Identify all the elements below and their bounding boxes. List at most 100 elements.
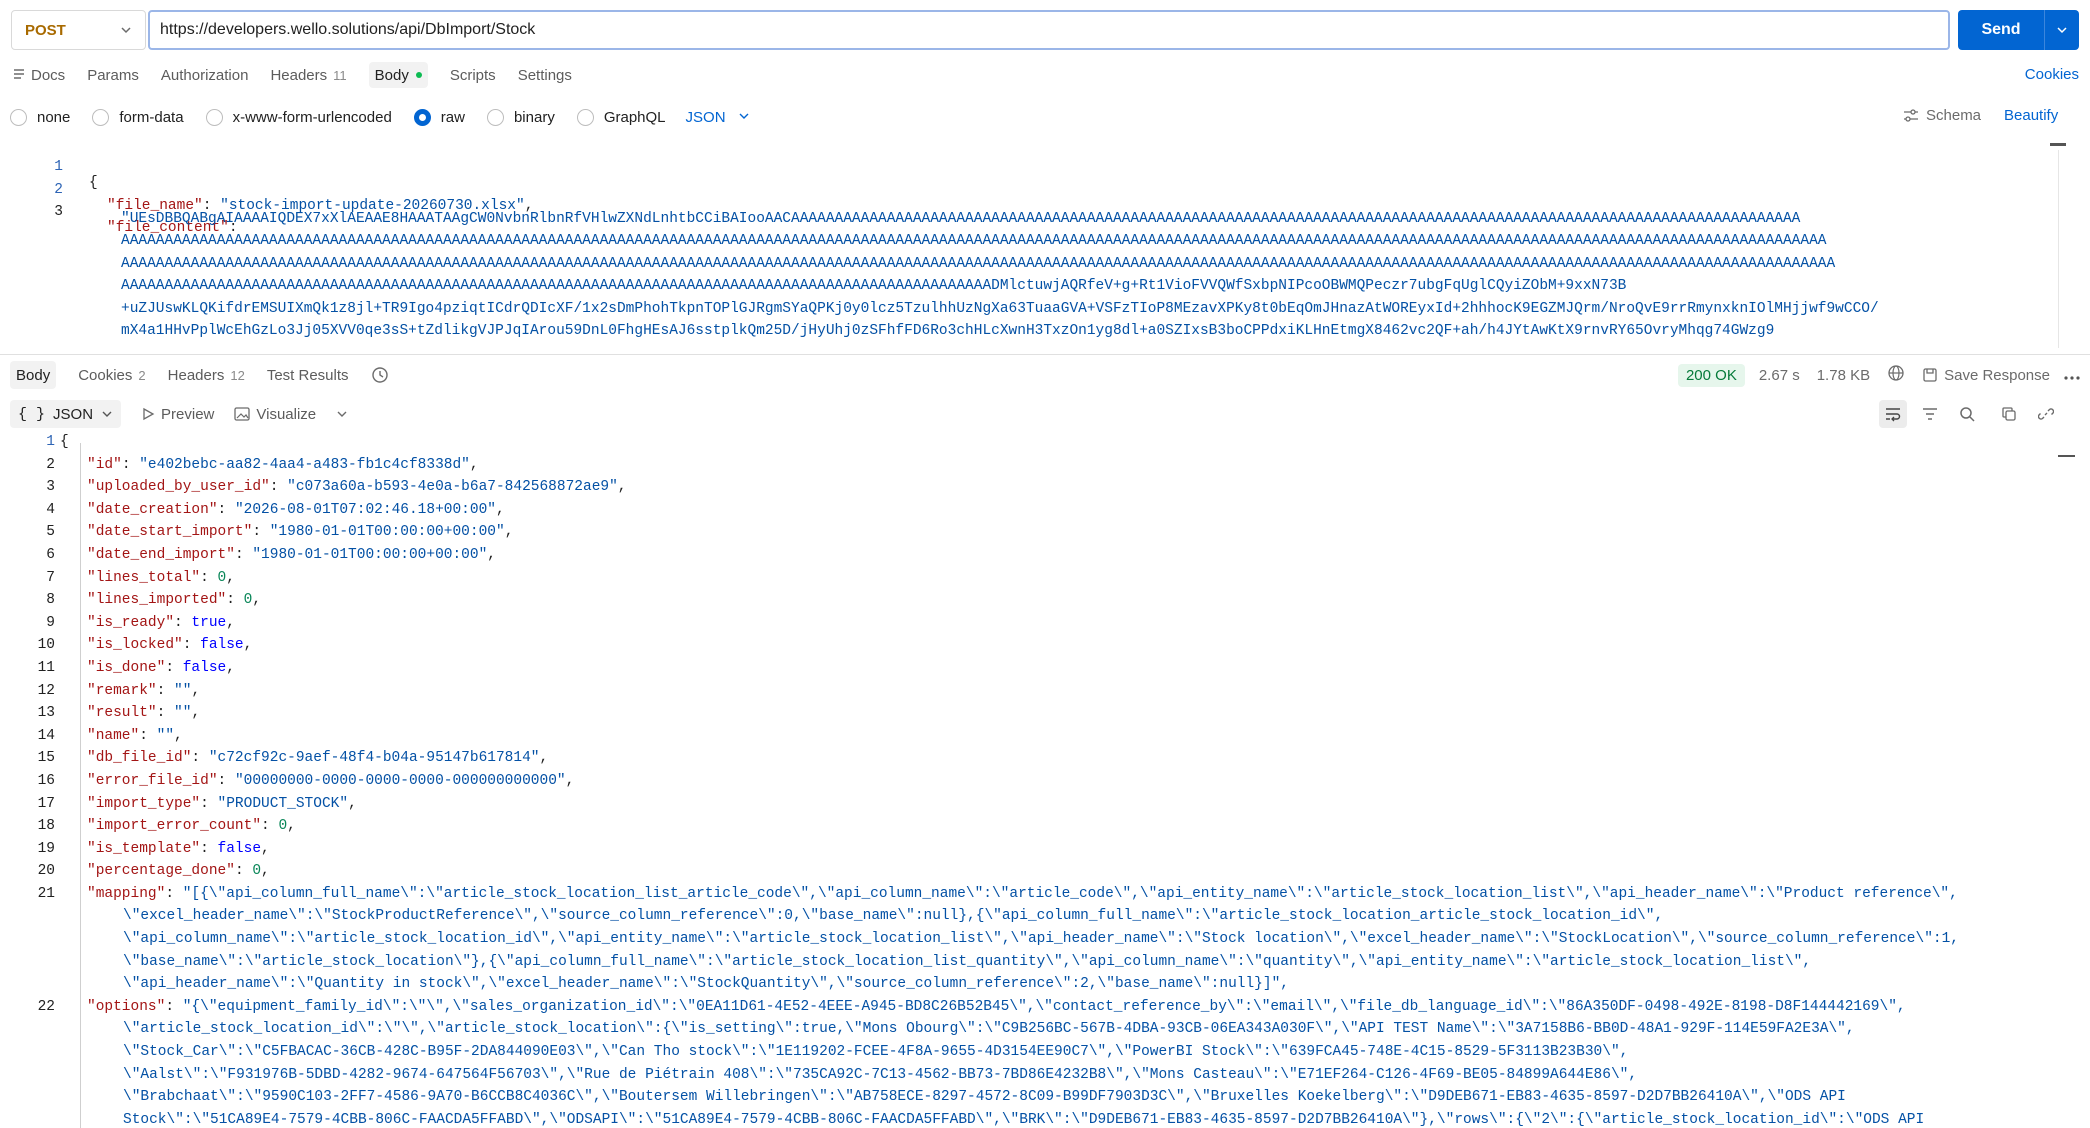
code-content: "mapping": "[{\"api_column_full_name\":\… [87,885,1958,902]
tab-response-headers[interactable]: Headers 12 [168,361,245,389]
url-input[interactable]: https://developers.wello.solutions/api/D… [148,10,1950,50]
code-line: 11 "is_done": false, [10,660,2060,683]
schema-label: Schema [1926,107,1982,124]
json-key: "is_locked" [87,637,183,654]
line-number: 17 [37,795,55,812]
tab-scripts[interactable]: Scripts [450,62,496,88]
code-line: 2 "id": "e402bebc-aa82-4aa4-a483-fb1c4cf8… [10,457,2060,480]
code-content: "import_type": "PRODUCT_STOCK", [87,795,357,812]
copy-icon[interactable] [1995,400,2023,428]
code-content: "date_creation": "2026-08-01T07:02:46.18… [87,501,505,518]
preview-button[interactable]: Preview [141,406,214,423]
tab-body[interactable]: Body [368,62,428,88]
file-content-text: "UEsDBBQABgAIAAAAIQDEX7xXlAEAAE8HAAATAAg… [121,210,1801,227]
body-language-select[interactable]: JSON [686,109,750,126]
radio-urlencoded[interactable]: x-www-form-urlencoded [205,108,392,126]
body-type-selector: none form-data x-www-form-urlencoded raw… [10,106,750,128]
visualize-dropdown[interactable] [336,408,354,420]
json-value: "[{\"api_column_full_name\":\"article_st… [182,885,1958,902]
pane-divider[interactable] [0,354,2090,355]
visualize-label: Visualize [256,405,317,423]
json-value: true [191,614,227,631]
line-number: 20 [37,863,55,880]
json-value-continuation: \"base_name\":\"article_stock_location\"… [123,953,1812,970]
headers-count: 12 [230,367,245,383]
radio-raw[interactable]: raw [413,108,465,126]
radio-graphql[interactable]: GraphQL [576,108,666,126]
wrap-lines-icon[interactable] [1879,400,1907,428]
tab-label: Scripts [449,66,496,84]
code-line: 18 "import_error_count": 0, [10,818,2060,841]
code-content: "uploaded_by_user_id": "c073a60a-b593-4e… [87,479,627,496]
tab-response-body[interactable]: Body [10,361,57,389]
json-key: "date_start_import" [87,524,253,541]
code-content: "is_done": false, [87,659,235,676]
save-icon [1923,368,1937,382]
code-line: 2 "file_name": "stock-import-update-2026… [15,166,2055,214]
chevron-down-icon[interactable] [2045,23,2079,37]
json-key: "date_creation" [87,501,218,518]
scrollbar-thumb[interactable] [2058,455,2075,457]
scrollbar-thumb[interactable] [2050,143,2066,146]
request-body-editor[interactable]: 1 { 2 "file_name": "stock-import-update-… [15,143,2055,345]
response-size[interactable]: 1.78 KB [1817,367,1870,384]
play-icon [143,407,155,421]
visualize-button[interactable]: Visualize [234,406,316,423]
json-key: "error_file_id" [87,772,218,789]
code-line-continuation: \"Brabchaat\":\"9590C103-2FF7-4586-9A70-… [10,1089,2060,1112]
cookies-link[interactable]: Cookies [2025,66,2079,83]
chevron-down-icon [102,411,112,417]
response-time[interactable]: 2.67 s [1759,367,1800,384]
more-options-icon[interactable] [2064,367,2080,384]
tab-label: Headers [167,366,225,384]
radio-form-data[interactable]: form-data [92,108,184,126]
tab-headers[interactable]: Headers 11 [270,62,346,88]
tab-test-results[interactable]: Test Results [267,361,349,389]
code-line: 4 "date_creation": "2026-08-01T07:02:46.1… [10,502,2060,525]
code-line: 16 "error_file_id": "00000000-0000-0000-0… [10,773,2060,796]
search-icon[interactable] [1953,400,1981,428]
json-key: "result" [87,705,157,722]
method-select[interactable]: POST [11,10,146,50]
json-value-continuation: \"Aalst\":\"F931976B-5DBD-4282-9674-6475… [123,1066,1638,1083]
code-line: 8 "lines_imported": 0, [10,592,2060,615]
line-number: 13 [37,705,55,722]
line-number: 16 [37,772,55,789]
code-line: 13 "result": "", [10,705,2060,728]
tab-authorization[interactable]: Authorization [161,62,249,88]
schema-button[interactable]: Schema [1903,107,1981,124]
response-format-select[interactable]: { } JSON [10,400,122,428]
code-content: "options": "{\"equipment_family_id\":\"\… [87,998,1906,1015]
network-globe-icon[interactable] [1887,364,1905,386]
beautify-button[interactable]: Beautify [2004,107,2058,124]
file-content-text: AAAAAAAAAAAAAAAAAAAAAAAAAAAAAAAAAAAAAAAA… [121,255,1836,272]
code-content: "id": "e402bebc-aa82-4aa4-a483-fb1c4cf83… [87,456,479,473]
filter-icon[interactable] [1916,400,1944,428]
tab-docs[interactable]: Docs [13,62,65,88]
save-response-button[interactable]: Save Response [1922,367,2050,384]
status-badge[interactable]: 200 OK [1677,363,1745,387]
json-value: 0 [217,569,227,586]
tab-label: Test Results [266,366,349,384]
line-number: 10 [37,637,55,654]
line-number: 18 [37,818,55,835]
radio-binary[interactable]: binary [486,108,555,126]
scrollbar-track[interactable] [2058,150,2059,348]
response-body-viewer[interactable]: 1{2 "id": "e402bebc-aa82-4aa4-a483-fb1c4c… [10,434,2060,1128]
link-icon[interactable] [2032,400,2060,428]
history-icon[interactable] [371,361,389,389]
code-content: "date_end_import": "1980-01-01T00:00:00+… [87,546,496,563]
json-key: "date_end_import" [87,546,235,563]
send-button[interactable]: Send [1958,10,2079,50]
tab-response-cookies[interactable]: Cookies 2 [78,361,145,389]
code-line: 3 "uploaded_by_user_id": "c073a60a-b593-4… [10,479,2060,502]
tab-params[interactable]: Params [87,62,139,88]
radio-circle [486,108,504,126]
line-number: 19 [37,840,55,857]
tab-settings[interactable]: Settings [518,62,572,88]
json-value-continuation: \"api_column_name\":\"article_stock_loca… [123,931,1959,948]
radio-circle [10,108,27,126]
radio-none[interactable]: none [10,108,70,126]
tab-label: Cookies [78,366,133,384]
json-value: "" [156,727,175,744]
